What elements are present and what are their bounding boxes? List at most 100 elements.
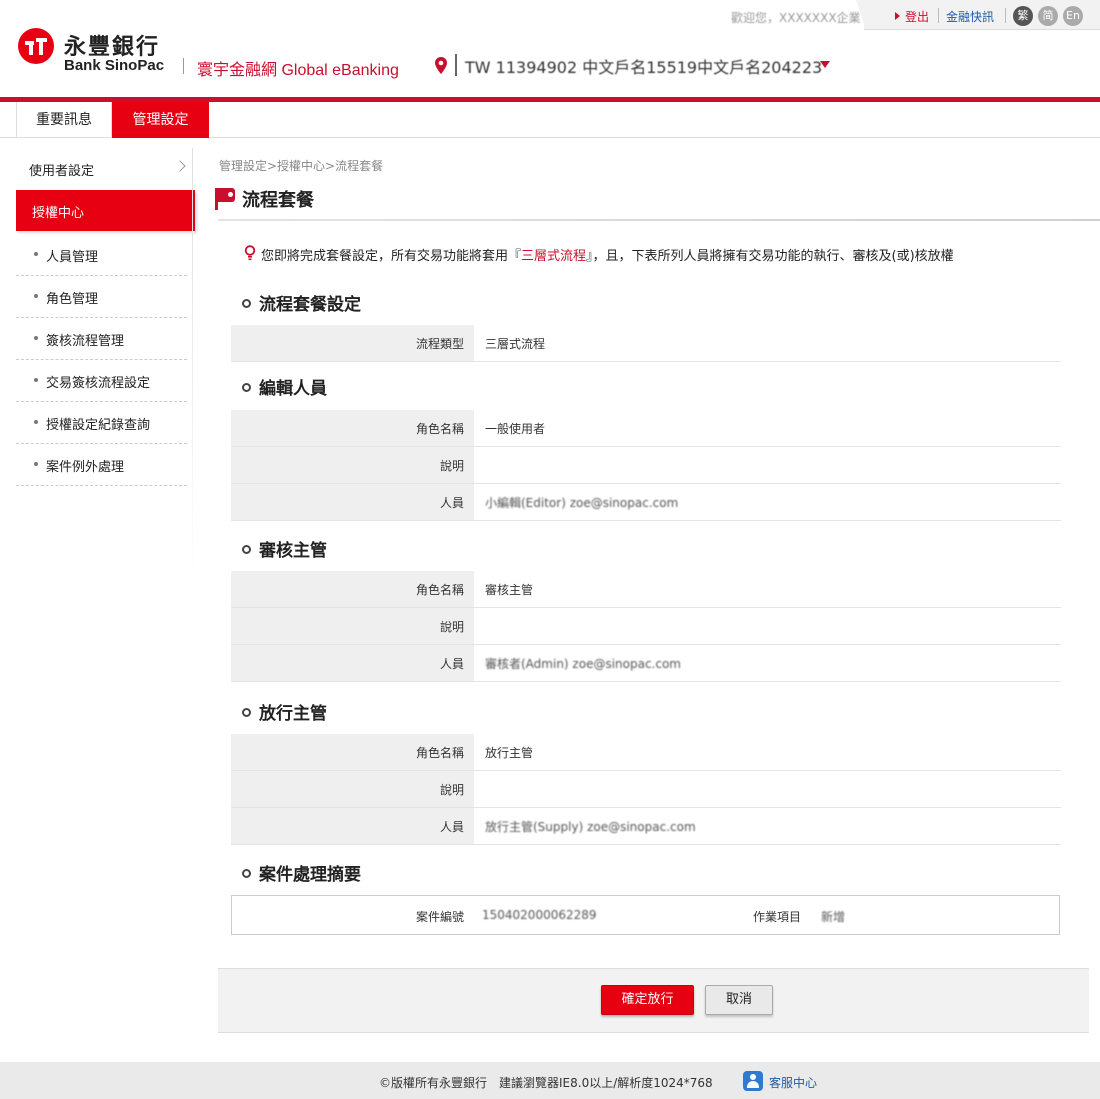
circle-bullet-icon [242,383,251,392]
brand-divider [183,58,184,74]
field-label: 角色名稱 [415,746,464,760]
footer: ©版權所有永豐銀行 建議瀏覽器IE8.0以上/解析度1024*768 客服中心 [0,1062,1100,1099]
copyright-text: ©版權所有永豐銀行 建議瀏覽器IE8.0以上/解析度1024*768 [379,1076,713,1090]
table-row: 人員 放行主管(Supply) zoe@sinopac.com [231,808,1061,845]
table-row: 角色名稱 放行主管 [231,734,1061,771]
field-label: 人員 [439,657,464,671]
field-value: 小編輯(Editor) zoe@sinopac.com [485,496,679,510]
section-heading-editors: 編輯人員 [242,374,327,399]
lightbulb-icon [244,245,256,261]
welcome-text: 歡迎您，XXXXXXX企業 [731,11,861,25]
table-row: 人員 審核者(Admin) zoe@sinopac.com [231,645,1061,682]
notice-highlight: 三層式流程 [521,249,587,264]
brand-subtitle: 寰宇金融網 Global eBanking [197,62,399,79]
confirm-release-button[interactable]: 確定放行 [601,985,694,1015]
reviewers-table: 角色名稱 審核主管 說明 人員 審核者(Admin) zoe@sinopac.c… [231,571,1061,682]
table-row: 說明 [231,447,1061,484]
operation-item-label: 作業項目 [753,910,802,924]
flag-icon [215,188,235,202]
table-row: 流程類型 三層式流程 [231,325,1061,362]
header: 永豐銀行 Bank SinoPac 寰宇金融網 Global eBanking … [0,0,1100,97]
field-label: 說明 [439,459,464,473]
sidebar-item-user-settings[interactable]: 使用者設定 [16,148,192,190]
account-selector[interactable]: TW 11394902 中文戶名15519中文戶名204223 [465,54,822,78]
circle-bullet-icon [242,299,251,308]
breadcrumb: 管理設定>授權中心>流程套餐 [219,159,384,173]
field-label: 說明 [439,620,464,634]
field-label: 角色名稱 [415,422,464,436]
sidebar-divider [192,148,193,588]
field-value: 審核主管 [485,583,534,597]
customer-service-icon[interactable] [743,1071,763,1091]
sidebar-item-case-exception[interactable]: 案件例外處理 [16,444,187,486]
tab-management-settings[interactable]: 管理設定 [112,102,209,138]
sidebar-item-label: 案件例外處理 [46,460,125,475]
lang-english-button[interactable]: En [1063,6,1083,26]
tab-important-messages[interactable]: 重要訊息 [16,102,112,138]
section-heading-case-summary: 案件處理摘要 [242,860,361,885]
table-row: 說明 [231,608,1061,645]
releasers-table: 角色名稱 放行主管 說明 人員 放行主管(Supply) zoe@sinopac… [231,734,1061,845]
notice-text-post: 』，且，下表所列人員將擁有交易功能的執行、審核及(或)核放權 [586,249,954,264]
table-row: 角色名稱 審核主管 [231,571,1061,608]
sidebar-item-role-management[interactable]: 角色管理 [16,276,187,318]
operation-item-value: 新增 [821,910,846,924]
field-label: 流程類型 [415,337,464,351]
field-label: 說明 [439,783,464,797]
sidebar-item-approval-flow-management[interactable]: 簽核流程管理 [16,318,187,360]
table-row: 說明 [231,771,1061,808]
bullet-icon [34,378,38,382]
notice-text: 您即將完成套餐設定，所有交易功能將套用『三層式流程』，且，下表所列人員將擁有交易… [261,245,954,264]
circle-bullet-icon [242,869,251,878]
customer-service-link[interactable]: 客服中心 [769,1074,817,1091]
field-value: 放行主管 [485,746,534,760]
section-heading-releasers: 放行主管 [242,699,327,724]
location-pin-icon [435,57,447,74]
chevron-right-icon [174,160,186,172]
field-value: 審核者(Admin) zoe@sinopac.com [485,657,681,671]
field-label: 人員 [439,820,464,834]
main-tabs: 重要訊息 管理設定 [0,102,1100,138]
bank-logo-icon[interactable] [18,28,54,64]
news-link[interactable]: 金融快訊 [946,8,994,25]
brand-name-en: Bank SinoPac [64,57,165,74]
page-title: 流程套餐 [242,190,314,211]
field-value: 放行主管(Supply) zoe@sinopac.com [485,820,696,834]
flow-settings-table: 流程類型 三層式流程 [231,325,1061,362]
action-bar: 確定放行 取消 [218,968,1089,1033]
sidebar-item-authorization-center[interactable]: 授權中心 [16,190,195,231]
account-divider [455,54,457,76]
logout-link[interactable]: 登出 [905,8,929,25]
field-label: 人員 [439,496,464,510]
case-number-label: 案件編號 [416,910,465,924]
lang-simplified-button[interactable]: 简 [1038,6,1058,26]
sidebar-item-authorization-log-query[interactable]: 授權設定紀錄查詢 [16,402,187,444]
bullet-icon [34,462,38,466]
lang-traditional-button[interactable]: 繁 [1013,6,1033,26]
sidebar-item-label: 交易簽核流程設定 [46,376,151,391]
circle-bullet-icon [242,545,251,554]
bullet-icon [34,252,38,256]
sidebar-item-label: 簽核流程管理 [46,334,125,349]
notice-text-pre: 您即將完成套餐設定，所有交易功能將套用『 [261,249,522,264]
field-value: 三層式流程 [485,337,546,351]
caret-down-icon[interactable] [820,61,830,68]
bullet-icon [34,336,38,340]
sidebar-submenu: 人員管理 角色管理 簽核流程管理 交易簽核流程設定 授權設定紀錄查詢 案件例外處… [16,234,187,486]
section-heading-reviewers: 審核主管 [242,536,327,561]
cancel-button[interactable]: 取消 [705,985,773,1015]
sidebar-item-personnel-management[interactable]: 人員管理 [16,234,187,276]
sidebar-item-label: 使用者設定 [29,164,95,179]
case-summary-box: 案件編號 150402000062289 作業項目 新增 [231,895,1060,935]
table-row: 人員 小編輯(Editor) zoe@sinopac.com [231,484,1061,521]
sidebar-item-label: 授權設定紀錄查詢 [46,418,151,433]
table-row: 角色名稱 一般使用者 [231,410,1061,447]
bullet-icon [34,420,38,424]
sidebar-item-transaction-flow-settings[interactable]: 交易簽核流程設定 [16,360,187,402]
case-number-value: 150402000062289 [482,908,597,922]
section-heading-flow-settings: 流程套餐設定 [242,290,361,315]
field-label: 角色名稱 [415,583,464,597]
editors-table: 角色名稱 一般使用者 說明 人員 小編輯(Editor) zoe@sinopac… [231,410,1061,521]
sidebar-item-label: 授權中心 [32,206,85,221]
title-divider [218,219,1100,221]
